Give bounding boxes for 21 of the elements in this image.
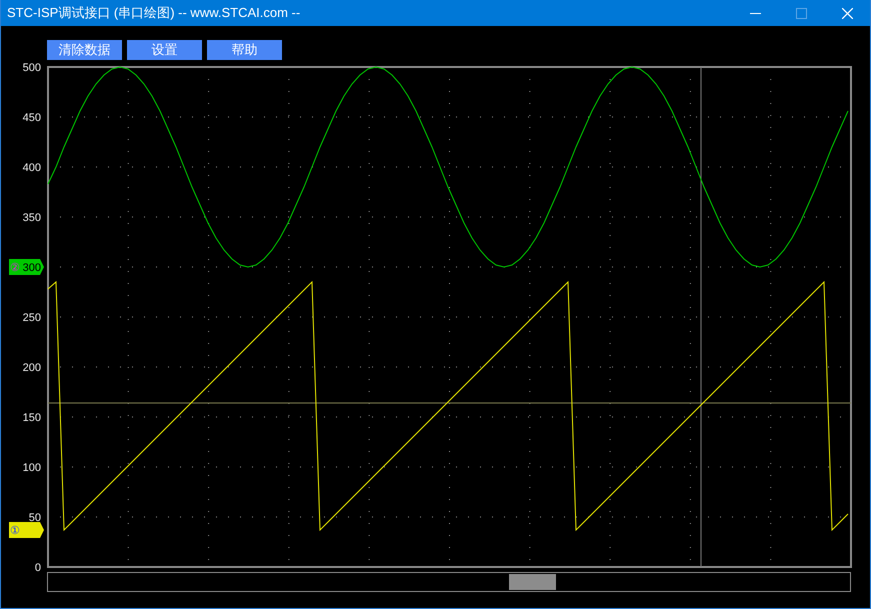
axis-label: 50: [28, 512, 41, 524]
window-title: STC-ISP调试接口 (串口绘图) -- www.STCAI.com --: [6, 4, 300, 22]
channel-marker[interactable]: ①: [9, 522, 44, 538]
axis-label: 100: [22, 462, 41, 474]
axis-label: 400: [22, 162, 41, 174]
axis-label: 500: [22, 62, 41, 74]
axis-label: 350: [22, 212, 41, 224]
minimize-icon[interactable]: [750, 12, 760, 14]
axis-label: 250: [22, 312, 41, 324]
toolbar-button[interactable]: 设置: [127, 40, 202, 60]
toolbar-button[interactable]: 清除数据: [47, 40, 122, 60]
axis-label: 450: [22, 112, 41, 124]
axis-label: 200: [22, 362, 41, 374]
maximize-icon: [796, 8, 806, 18]
scroll-thumb[interactable]: [509, 574, 556, 590]
close-icon[interactable]: [842, 8, 852, 18]
axis-label: 150: [22, 412, 41, 424]
toolbar-button[interactable]: 帮助: [207, 40, 282, 60]
scroll-bar[interactable]: [47, 572, 851, 592]
axis-label: 0: [34, 562, 41, 572]
axis-label: 300: [22, 262, 41, 274]
